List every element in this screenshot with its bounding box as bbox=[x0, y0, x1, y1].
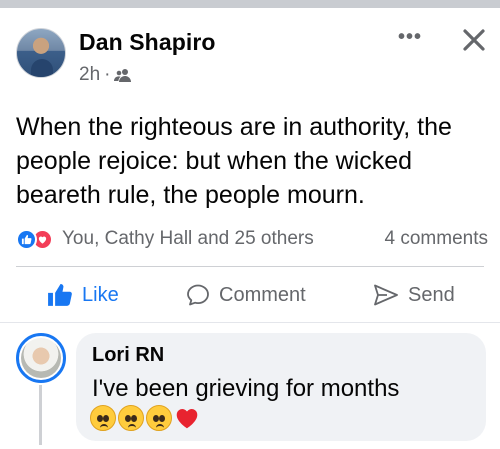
like-label: Like bbox=[82, 283, 119, 306]
friends-icon bbox=[114, 69, 132, 82]
thumbs-up-icon bbox=[48, 283, 72, 306]
post-text: When the righteous are in authority, the… bbox=[16, 113, 452, 209]
meta-separator: · bbox=[104, 64, 111, 85]
send-label: Send bbox=[408, 283, 455, 306]
like-reaction-icon bbox=[16, 229, 37, 250]
divider bbox=[0, 322, 500, 323]
send-icon bbox=[374, 284, 398, 306]
reactions-bar[interactable]: You, Cathy Hall and 25 others 4 comments bbox=[16, 224, 488, 254]
post-time[interactable]: 2h bbox=[79, 64, 100, 86]
reactions-summary[interactable]: You, Cathy Hall and 25 others bbox=[62, 228, 314, 250]
commenter-avatar[interactable] bbox=[16, 333, 66, 383]
post-meta: 2h · bbox=[79, 64, 132, 86]
close-icon[interactable] bbox=[460, 26, 488, 54]
top-border bbox=[0, 0, 500, 8]
author-name[interactable]: Dan Shapiro bbox=[79, 29, 216, 56]
comment-label: Comment bbox=[219, 283, 306, 306]
more-options-button[interactable]: ••• bbox=[398, 26, 422, 49]
divider bbox=[16, 266, 484, 267]
comment-text: I've been grieving for months bbox=[92, 375, 400, 402]
comments-count[interactable]: 4 comments bbox=[385, 228, 488, 250]
action-bar: Like Comment Send bbox=[0, 270, 500, 320]
comment-bubble[interactable]: Lori RN I've been grieving for months bbox=[76, 333, 486, 441]
pleading-face-icon bbox=[146, 405, 172, 431]
author-avatar[interactable] bbox=[16, 28, 66, 78]
comment-button[interactable]: Comment bbox=[186, 280, 306, 310]
reaction-icons bbox=[16, 228, 60, 250]
commenter-name[interactable]: Lori RN bbox=[92, 344, 164, 367]
post-header: Dan Shapiro 2h · ••• bbox=[0, 8, 500, 96]
pleading-face-icon bbox=[118, 405, 144, 431]
commenter-photo bbox=[21, 338, 61, 378]
thread-line bbox=[39, 385, 42, 445]
comment-emojis bbox=[90, 405, 200, 431]
comment-icon bbox=[187, 284, 209, 306]
pleading-face-icon bbox=[90, 405, 116, 431]
red-heart-icon bbox=[176, 409, 198, 429]
like-button[interactable]: Like bbox=[47, 280, 119, 310]
send-button[interactable]: Send bbox=[373, 280, 455, 310]
